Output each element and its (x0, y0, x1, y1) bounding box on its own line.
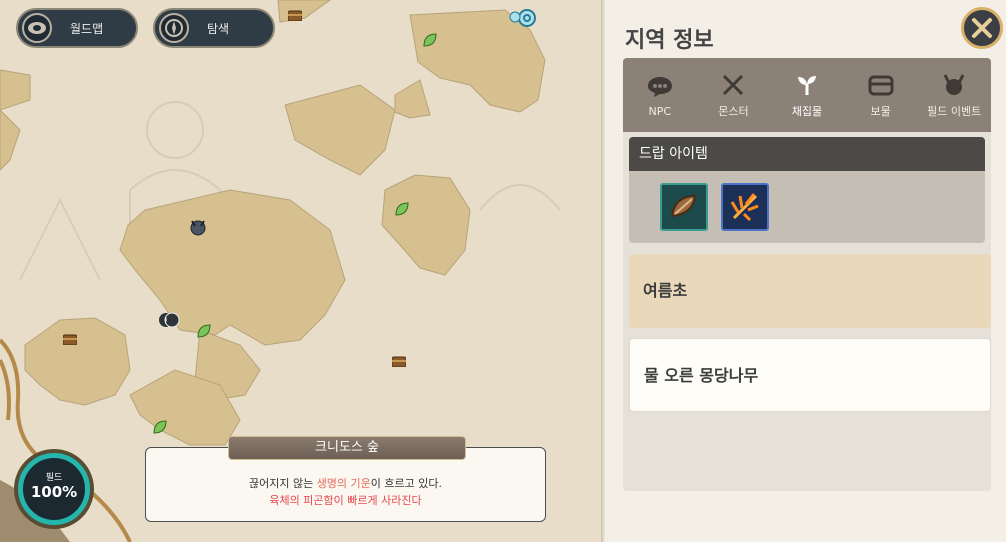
region-name: 크니도스 숲 (315, 440, 379, 455)
svg-text:!: ! (164, 317, 168, 327)
compass-icon (159, 13, 189, 43)
leaf-icon[interactable] (153, 420, 167, 434)
category-tabs: NPC 몬스터 채집물 보물 필드 이벤트 (623, 58, 991, 132)
desc-text: 끊어지지 않는 (248, 477, 317, 490)
field-label: 필드 (45, 473, 63, 483)
explore-button[interactable]: 탐색 (153, 8, 275, 48)
field-value: 100% (30, 483, 78, 501)
treasure-chest-icon (867, 71, 895, 99)
treasure-chest-icon[interactable] (288, 9, 302, 21)
globe-icon (22, 13, 52, 43)
desc-highlight: 생명의 기운 (316, 477, 371, 490)
close-button[interactable] (961, 7, 1003, 49)
gather-list-item[interactable]: 여름초 (629, 254, 991, 328)
treasure-chest-icon[interactable] (63, 333, 77, 345)
desc-text: 이 흐르고 있다. (370, 477, 443, 490)
explore-label: 탐색 (207, 21, 230, 36)
panel-content: NPC 몬스터 채집물 보물 필드 이벤트 드랍 아이템 여름초 물 오른 몽당… (623, 58, 991, 491)
close-icon (972, 18, 992, 38)
tab-npc[interactable]: NPC (623, 58, 697, 132)
tab-field-event[interactable]: 필드 이벤트 (917, 58, 991, 132)
leaf-icon[interactable] (423, 33, 437, 47)
tab-label: 몬스터 (718, 105, 749, 118)
tab-monster[interactable]: 몬스터 (697, 58, 771, 132)
region-info-panel: 지역 정보 NPC 몬스터 채집물 보물 필드 이벤트 드랍 아이템 여름초 물… (605, 0, 1006, 542)
drop-items-section: 드랍 아이템 (629, 137, 985, 243)
drop-items-header: 드랍 아이템 (629, 137, 985, 171)
tab-gathering[interactable]: 채집물 (770, 58, 844, 132)
npc-group-icon[interactable]: ! (158, 311, 180, 329)
drop-item-slot[interactable] (660, 183, 708, 231)
leaf-icon[interactable] (395, 202, 409, 216)
region-name-banner: 크니도스 숲 (228, 436, 466, 460)
worldmap-label: 월드맵 (70, 21, 104, 36)
field-progress-gauge: 필드 100% (18, 453, 90, 525)
description-line-1: 끊어지지 않는 생명의 기운이 흐르고 있다. (146, 475, 545, 492)
panel-title: 지역 정보 (625, 28, 714, 53)
worldmap-button[interactable]: 월드맵 (16, 8, 138, 48)
chat-bubble-icon (646, 73, 674, 101)
description-line-2: 육체의 피곤함이 빠르게 사라진다 (269, 494, 422, 507)
seed-icon (670, 194, 697, 218)
gather-list-item[interactable]: 물 오른 몽당나무 (629, 338, 991, 412)
tab-label: 필드 이벤트 (927, 105, 982, 118)
horned-demon-icon[interactable] (189, 218, 207, 236)
tab-label: NPC (648, 104, 672, 118)
tab-label: 채집물 (791, 105, 823, 118)
sprout-icon (793, 71, 821, 99)
tab-label: 보물 (870, 105, 891, 118)
horned-demon-icon (940, 71, 968, 99)
orange-leaf-icon (730, 193, 759, 222)
treasure-chest-icon[interactable] (392, 355, 406, 367)
crossed-swords-icon (719, 71, 747, 99)
tab-treasure[interactable]: 보물 (844, 58, 918, 132)
drop-item-slot[interactable] (721, 183, 769, 231)
leaf-icon[interactable] (197, 324, 211, 338)
portal-swirl-icon[interactable] (507, 8, 537, 28)
world-map[interactable]: ! 월드맵 탐색 크니도스 숲 끊어지지 않는 생명의 기운이 흐르고 있다. … (0, 0, 603, 542)
